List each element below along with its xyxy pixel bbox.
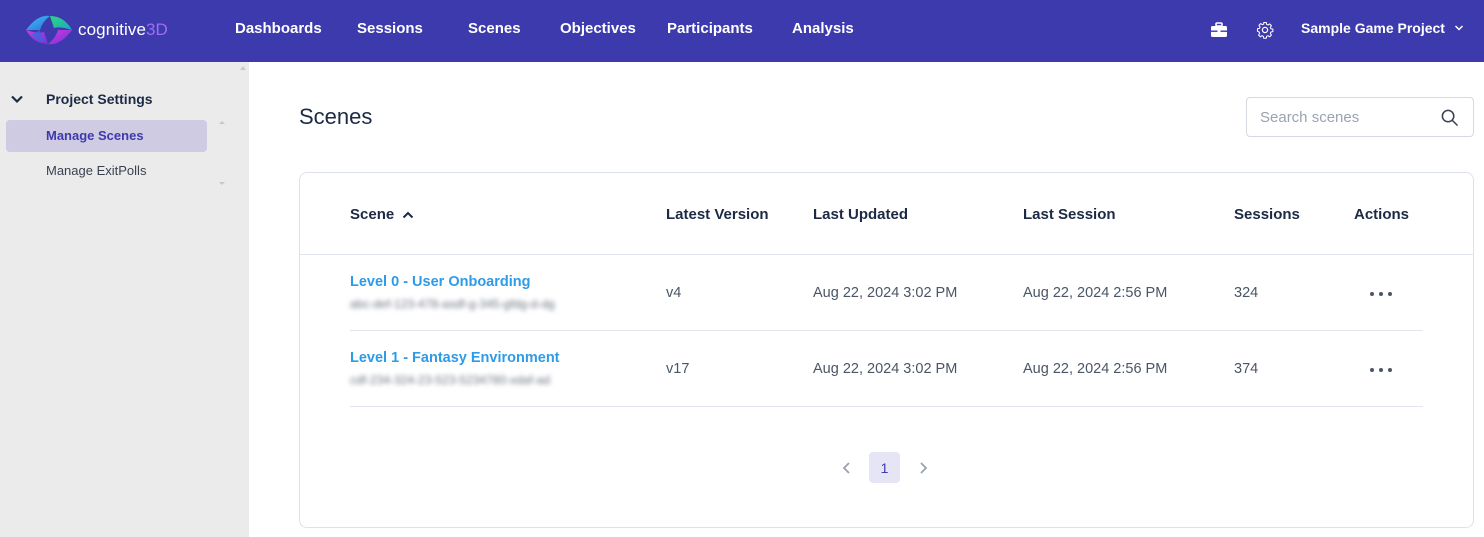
nav-scenes[interactable]: Scenes [468, 20, 521, 37]
page-title: Scenes [299, 104, 373, 129]
search-input[interactable] [1260, 108, 1430, 126]
chevron-left-icon[interactable] [841, 461, 853, 475]
more-actions-icon[interactable] [1370, 291, 1392, 297]
more-actions-icon[interactable] [1370, 367, 1392, 373]
pagination: 1 [841, 452, 929, 483]
last-updated: Aug 22, 2024 3:02 PM [813, 285, 958, 301]
last-session: Aug 22, 2024 2:56 PM [1023, 361, 1168, 377]
sidebar: Project Settings Manage Scenes Manage Ex… [0, 62, 249, 537]
column-header-scene[interactable]: Scene [350, 206, 414, 223]
toolbox-icon[interactable] [1210, 22, 1228, 38]
submenu-scroll-down-icon[interactable] [219, 182, 225, 185]
scene-name-link[interactable]: Level 0 - User Onboarding [350, 274, 531, 290]
nav-dashboards[interactable]: Dashboards [235, 20, 322, 37]
sidebar-item-manage-scenes[interactable]: Manage Scenes [6, 120, 207, 152]
sidebar-section-label: Project Settings [46, 91, 153, 107]
search-icon[interactable] [1440, 108, 1459, 127]
session-count: 374 [1234, 361, 1259, 377]
nav-participants[interactable]: Participants [667, 20, 753, 37]
brand-name: cognitive3D [78, 20, 168, 39]
session-count: 324 [1234, 285, 1259, 301]
chevron-down-icon [11, 95, 23, 104]
last-updated: Aug 22, 2024 3:02 PM [813, 361, 958, 377]
page-button-current[interactable]: 1 [869, 452, 900, 483]
cognitive3d-logo-icon [26, 15, 72, 45]
sidebar-scroll-up-icon[interactable] [240, 66, 246, 70]
logo[interactable]: cognitive3D [24, 12, 168, 48]
search-box [1246, 97, 1474, 137]
table-row: Level 1 - Fantasy Environment cdf-234-32… [350, 331, 1423, 407]
top-navbar: cognitive3D Dashboards Sessions Scenes O… [0, 0, 1484, 62]
nav-sessions[interactable]: Sessions [357, 20, 423, 37]
table-row: Level 0 - User Onboarding abc-def-123-47… [350, 255, 1423, 331]
column-header-last-session: Last Session [1023, 206, 1116, 223]
nav-objectives[interactable]: Objectives [560, 20, 636, 37]
chevron-down-icon [1454, 25, 1463, 31]
scene-id: cdf-234-324-23-523-5234780-xdaf-ad [350, 373, 551, 387]
scenes-table-card: Scene Latest Version Last Updated Last S… [299, 172, 1474, 528]
project-selector[interactable]: Sample Game Project [1301, 20, 1464, 36]
sidebar-section-project-settings[interactable]: Project Settings [10, 91, 153, 107]
column-header-last-updated: Last Updated [813, 206, 909, 223]
nav-analysis[interactable]: Analysis [792, 20, 854, 37]
column-header-actions: Actions [1354, 206, 1410, 223]
column-header-latest-version: Latest Version [666, 206, 769, 223]
sidebar-item-manage-exitpolls[interactable]: Manage ExitPolls [6, 155, 207, 187]
chevron-right-icon[interactable] [917, 461, 929, 475]
scene-name-link[interactable]: Level 1 - Fantasy Environment [350, 350, 560, 366]
column-header-sessions: Sessions [1234, 206, 1300, 223]
gear-icon[interactable] [1256, 21, 1274, 39]
sort-ascending-icon [402, 211, 414, 218]
scene-id: abc-def-123-478-asdf-g-345-gfdg-d-dg [350, 297, 555, 311]
submenu-scroll-up-icon[interactable] [219, 121, 225, 124]
column-header-label: Scene [350, 206, 395, 223]
last-session: Aug 22, 2024 2:56 PM [1023, 285, 1168, 301]
latest-version: v4 [666, 285, 682, 301]
latest-version: v17 [666, 361, 690, 377]
project-name: Sample Game Project [1301, 20, 1445, 36]
